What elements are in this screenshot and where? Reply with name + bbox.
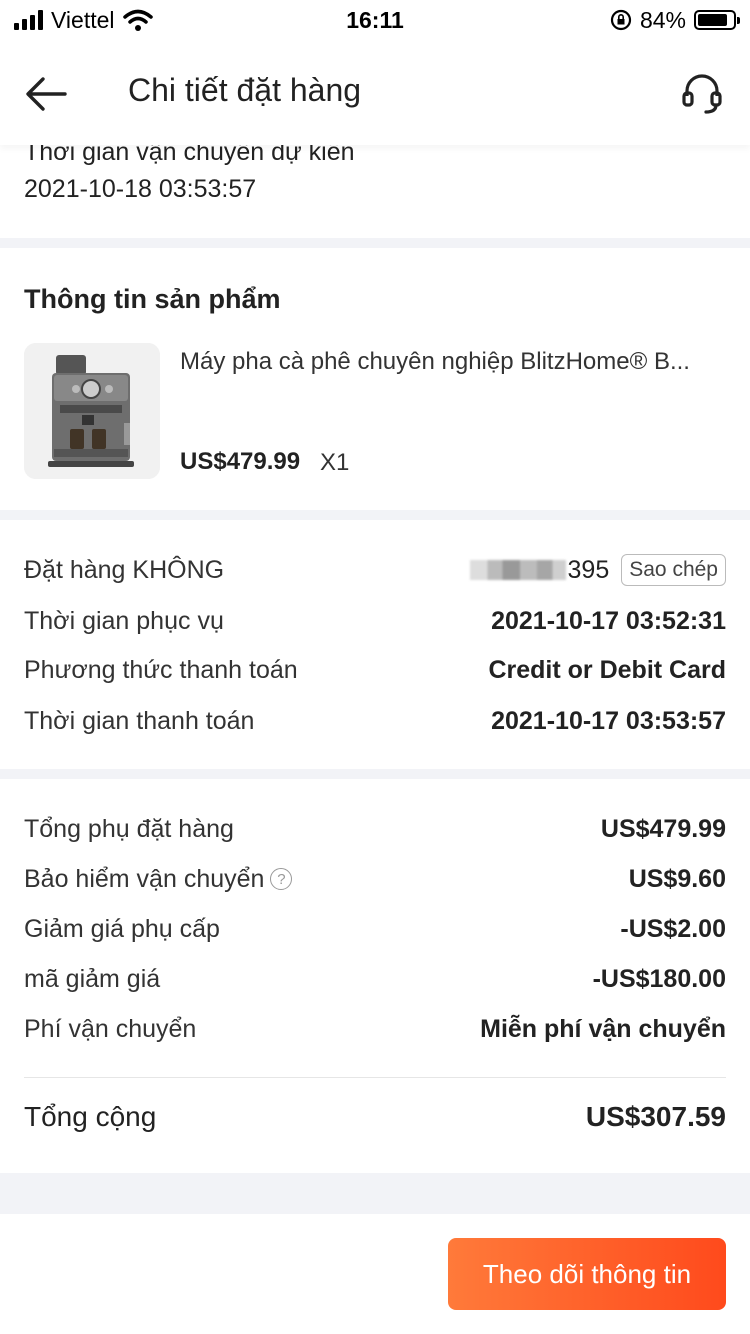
copy-order-button[interactable]: Sao chép — [621, 554, 726, 586]
coupon-label: mã giảm giá — [24, 964, 161, 993]
divider — [24, 1077, 726, 1078]
arrow-left-icon — [26, 77, 67, 111]
delivery-section: Thời gian vận chuyển dự kiến 2021-10-18 … — [0, 130, 750, 238]
payment-method-label: Phương thức thanh toán — [24, 655, 298, 684]
payment-method-row: Phương thức thanh toán Credit or Debit C… — [24, 650, 726, 690]
support-button[interactable] — [678, 70, 726, 118]
battery-icon — [694, 10, 740, 30]
battery-level — [698, 14, 727, 26]
product-section-title: Thông tin sản phẩm — [24, 284, 281, 314]
order-number-label: Đặt hàng KHÔNG — [24, 555, 225, 584]
allowance-discount-value: -US$2.00 — [620, 914, 726, 943]
signal-icon — [14, 10, 43, 30]
service-time-label: Thời gian phục vụ — [24, 606, 224, 635]
status-left: Viettel — [14, 7, 153, 34]
wifi-icon — [122, 9, 153, 31]
grand-total-row: Tổng cộng US$307.59 — [24, 1101, 726, 1133]
back-button[interactable] — [22, 70, 70, 118]
subtotal-row: Tổng phụ đặt hàng US$479.99 — [24, 809, 726, 849]
status-bar: Viettel 16:11 84% — [0, 0, 750, 40]
insurance-row: Bảo hiểm vận chuyển ? US$9.60 — [24, 859, 726, 899]
order-number-row: Đặt hàng KHÔNG 395 Sao chép — [24, 550, 726, 590]
shipping-fee-value: Miễn phí vận chuyển — [480, 1014, 726, 1043]
product-thumbnail[interactable] — [24, 343, 160, 479]
insurance-value: US$9.60 — [628, 864, 726, 893]
product-name-link[interactable]: Máy pha cà phê chuyên nghiệp BlitzHome® … — [180, 348, 725, 376]
track-order-button[interactable]: Theo dõi thông tin — [448, 1238, 726, 1310]
bottom-action-bar: Theo dõi thông tin — [0, 1214, 750, 1334]
service-time-value: 2021-10-17 03:52:31 — [491, 606, 726, 635]
subtotal-label: Tổng phụ đặt hàng — [24, 814, 234, 843]
product-price: US$479.99 — [180, 448, 301, 475]
order-number-redacted — [469, 560, 566, 580]
payment-time-row: Thời gian thanh toán 2021-10-17 03:53:57 — [24, 701, 726, 741]
shipping-fee-row: Phí vận chuyển Miễn phí vận chuyển — [24, 1009, 726, 1049]
carrier-name: Viettel — [51, 6, 115, 33]
allowance-discount-label: Giảm giá phụ cấp — [24, 914, 220, 943]
order-info-section: Đặt hàng KHÔNG 395 Sao chép Thời gian ph… — [0, 520, 750, 769]
order-number-value: 395 Sao chép — [469, 554, 726, 586]
grand-total-label: Tổng cộng — [24, 1101, 157, 1132]
battery-percent: 84% — [639, 6, 686, 33]
coupon-value: -US$180.00 — [592, 964, 726, 993]
coffee-machine-image — [24, 343, 160, 479]
grand-total-value: US$307.59 — [585, 1101, 726, 1132]
order-number-suffix: 395 — [567, 555, 610, 584]
price-summary-section: Tổng phụ đặt hàng US$479.99 Bảo hiểm vận… — [0, 779, 750, 1173]
nav-bar: Chi tiết đặt hàng — [0, 40, 750, 145]
rotation-lock-icon — [610, 9, 632, 31]
service-time-row: Thời gian phục vụ 2021-10-17 03:52:31 — [24, 601, 726, 641]
order-number: 395 — [469, 555, 610, 585]
product-quantity: X1 — [320, 449, 350, 476]
page-title: Chi tiết đặt hàng — [128, 72, 362, 108]
payment-time-value: 2021-10-17 03:53:57 — [491, 706, 726, 735]
allowance-discount-row: Giảm giá phụ cấp -US$2.00 — [24, 909, 726, 949]
section-gap — [0, 238, 750, 248]
question-mark-icon[interactable]: ? — [270, 868, 293, 890]
coupon-row: mã giảm giá -US$180.00 — [24, 959, 726, 999]
headset-icon — [682, 74, 722, 114]
status-right: 84% — [610, 6, 740, 34]
payment-time-label: Thời gian thanh toán — [24, 706, 255, 735]
insurance-label: Bảo hiểm vận chuyển — [24, 864, 265, 893]
section-gap — [0, 510, 750, 520]
insurance-label-group: Bảo hiểm vận chuyển ? — [24, 864, 293, 894]
delivery-time-value: 2021-10-18 03:53:57 — [24, 175, 257, 203]
section-gap — [0, 1173, 750, 1214]
section-gap — [0, 769, 750, 779]
payment-method-value: Credit or Debit Card — [488, 655, 726, 684]
shipping-fee-label: Phí vận chuyển — [24, 1014, 197, 1043]
product-section: Thông tin sản phẩm Máy pha cà phê chuyên… — [0, 248, 750, 510]
subtotal-value: US$479.99 — [600, 814, 726, 843]
